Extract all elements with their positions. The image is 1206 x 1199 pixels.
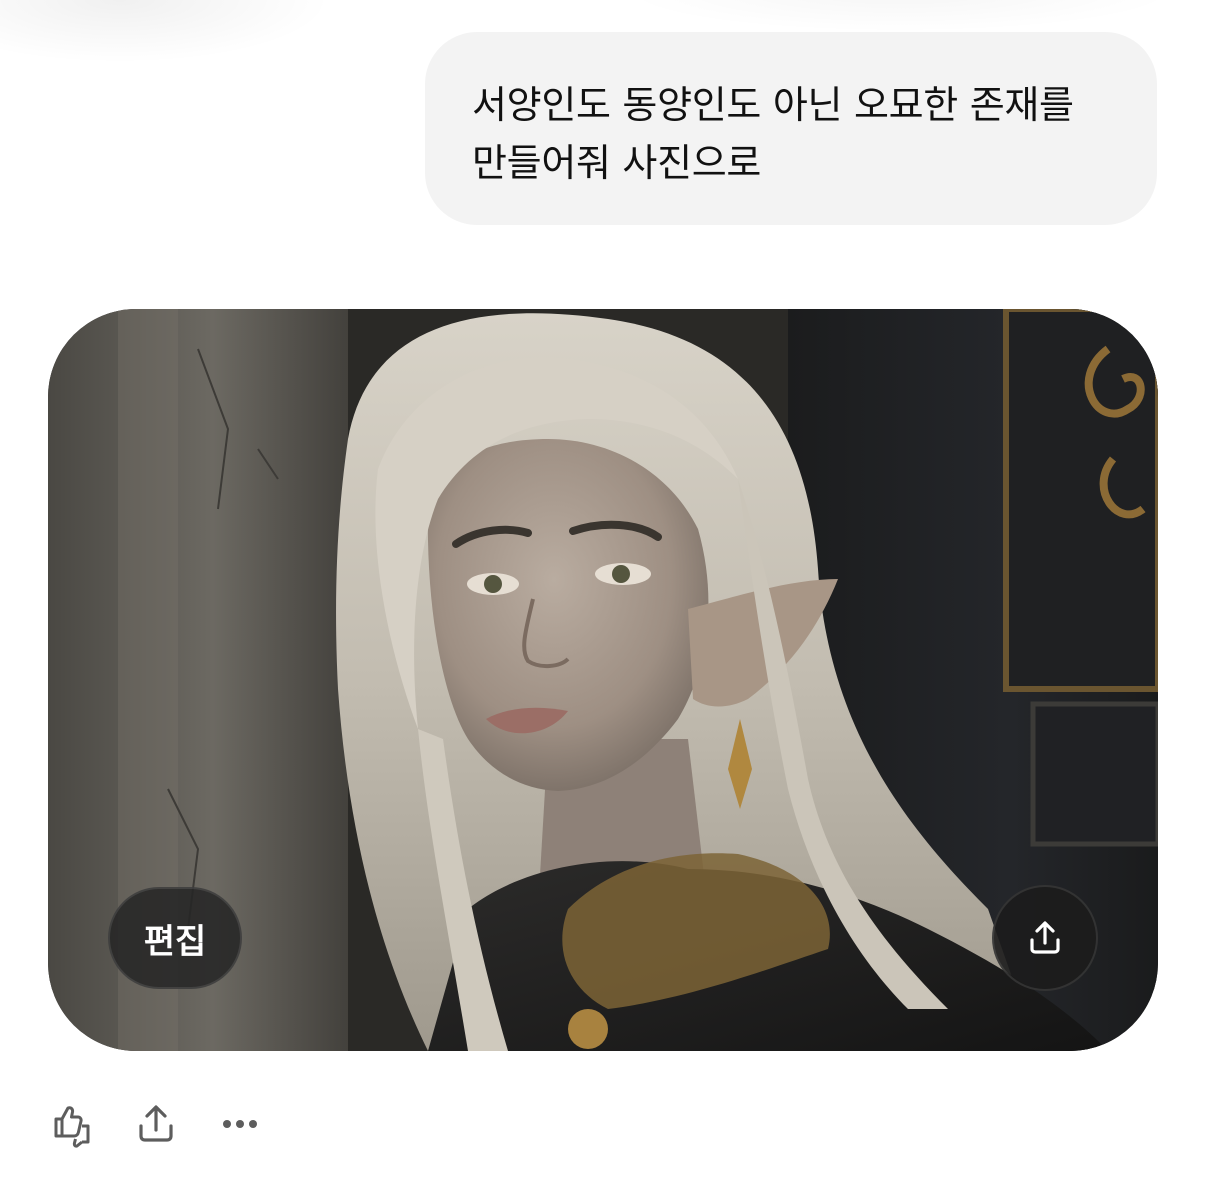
chat-page: 서양인도 동양인도 아닌 오묘한 존재를 만들어줘 사진으로 편집 [0,0,1206,1199]
share-button[interactable] [124,1092,188,1156]
edit-button-label: 편집 [143,921,207,962]
share-icon [1030,921,1060,954]
edit-button[interactable]: 편집 [108,887,242,989]
share-icon [139,1105,173,1142]
more-horizontal-icon [223,1120,257,1128]
user-message-bubble: 서양인도 동양인도 아닌 오묘한 존재를 만들어줘 사진으로 [425,32,1157,225]
thumbs-up-down-icon [54,1106,90,1148]
image-share-button[interactable] [992,885,1098,991]
message-action-bar [40,1092,292,1156]
more-options-button[interactable] [208,1092,272,1156]
user-message-line-1: 서양인도 동양인도 아닌 오묘한 존재를 [472,83,1074,127]
feedback-button[interactable] [40,1092,104,1156]
user-message-line-2: 만들어줘 사진으로 [472,141,762,185]
